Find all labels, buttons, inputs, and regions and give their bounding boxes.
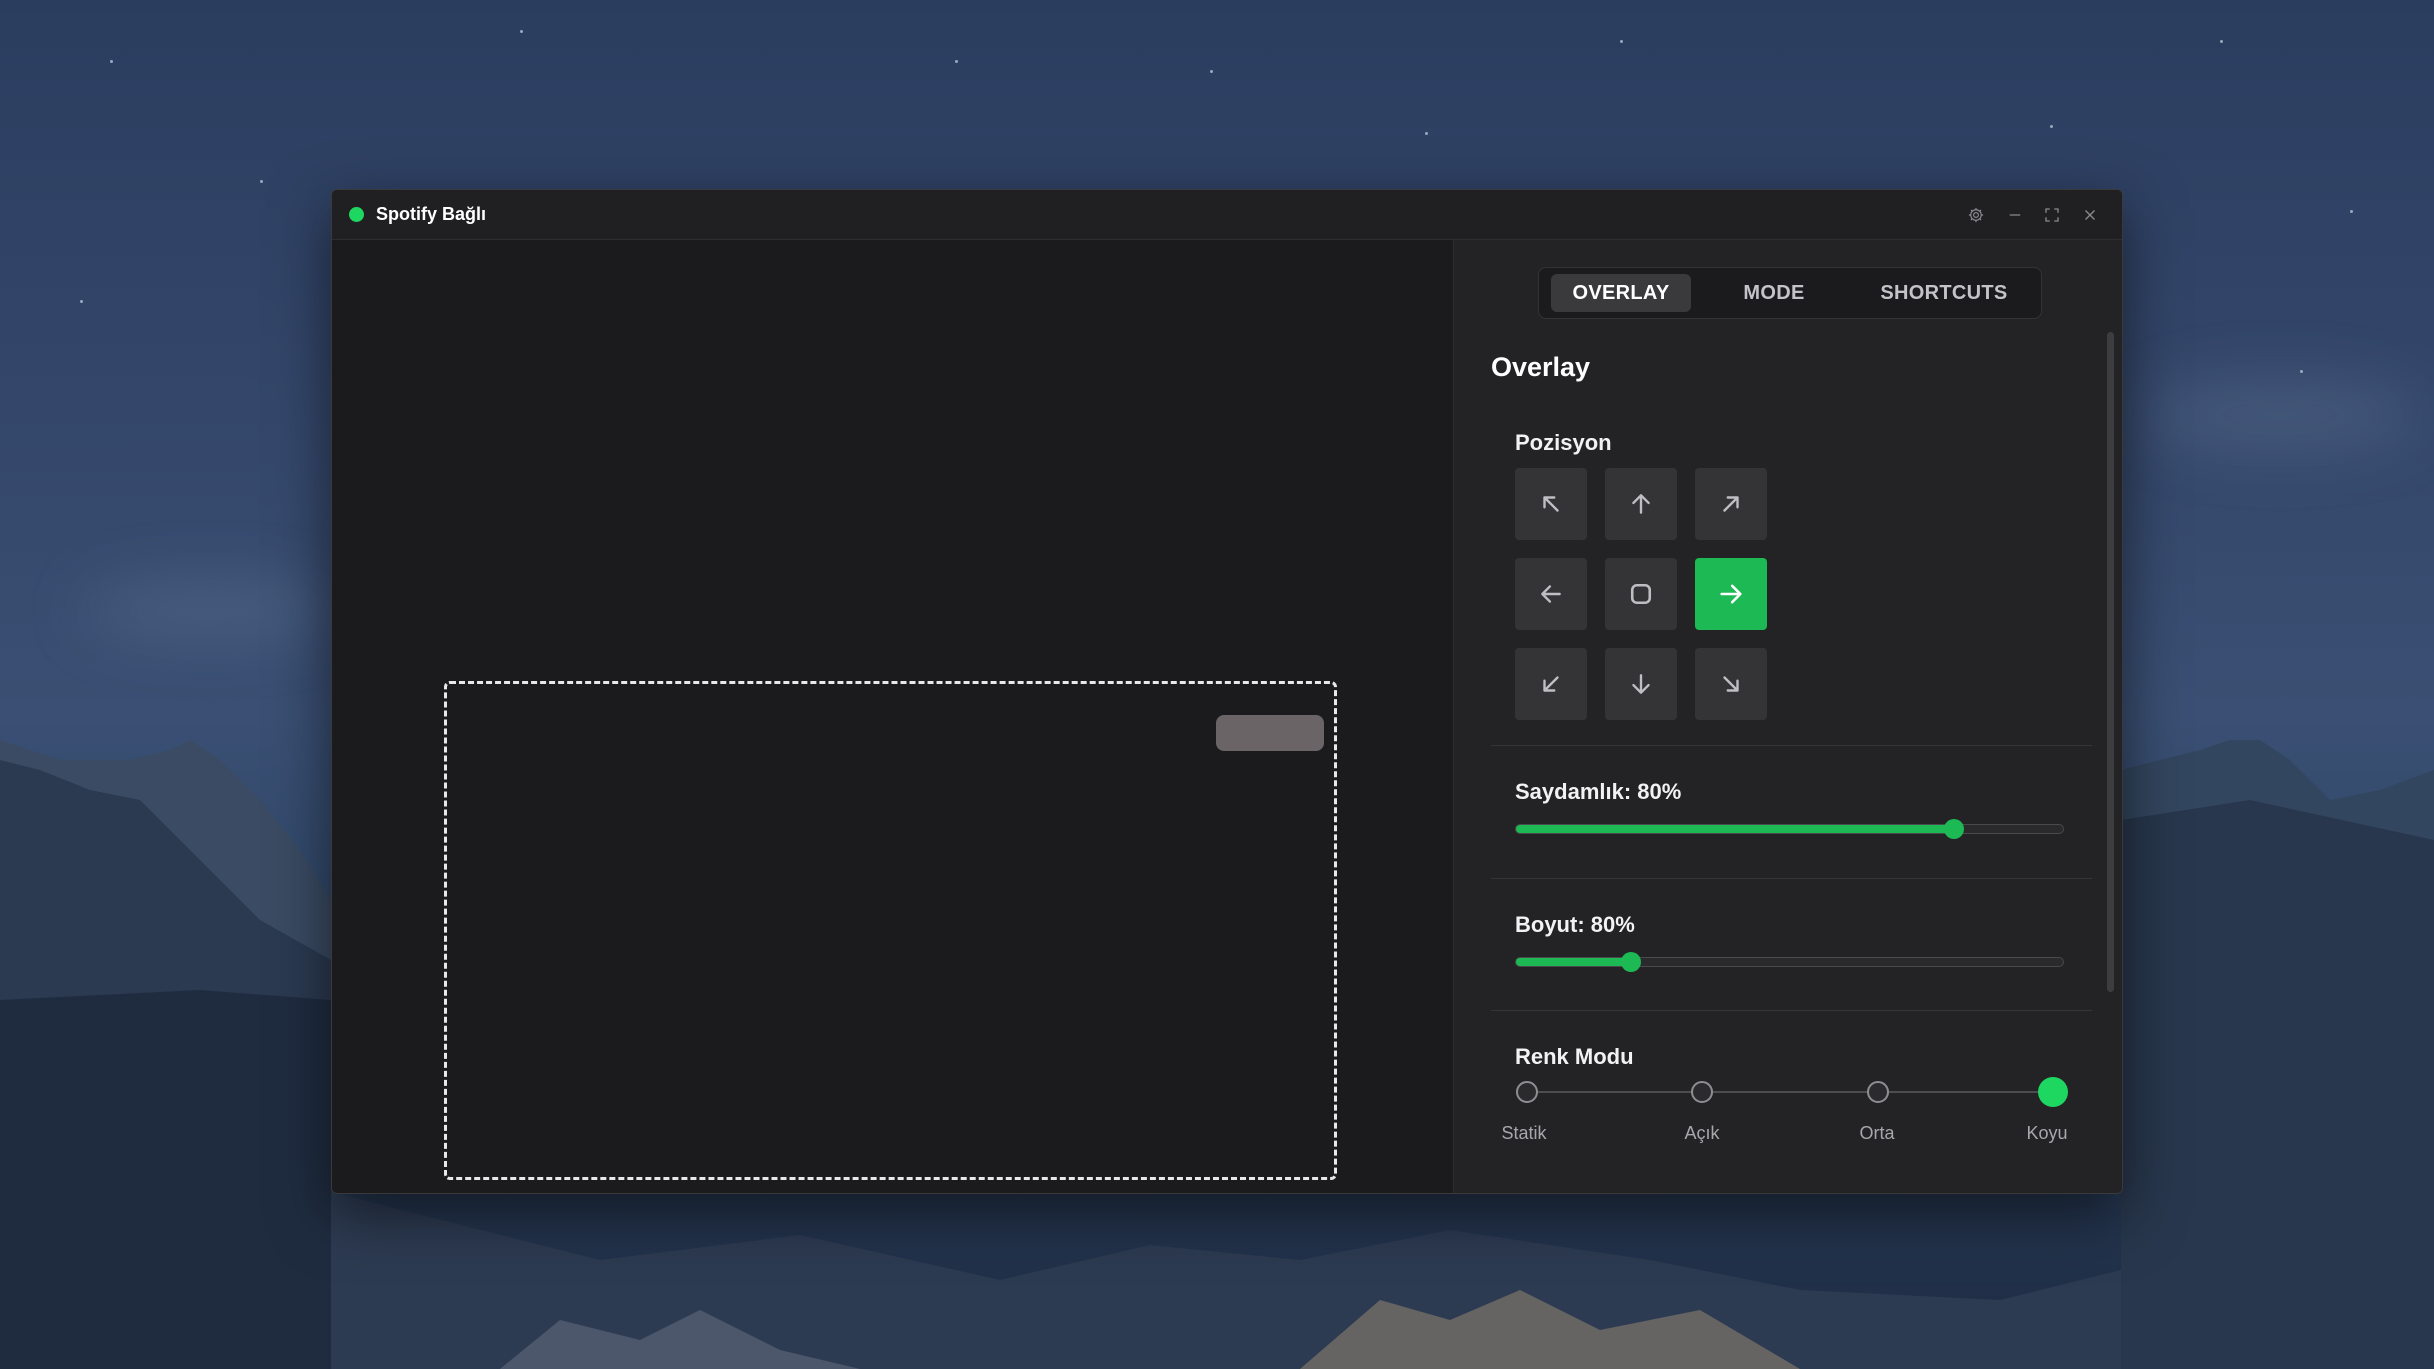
size-label: Boyut: 80% [1515, 912, 1635, 937]
window-title: Spotify Bağlı [376, 204, 487, 224]
position-top-right-button[interactable] [1695, 468, 1767, 540]
position-right-button[interactable] [1695, 558, 1767, 630]
color-mode-option-statik[interactable] [1516, 1081, 1538, 1103]
maximize-icon [2045, 208, 2059, 222]
section-divider [1491, 1010, 2092, 1011]
tab-shortcuts[interactable]: SHORTCUTS [1859, 274, 2029, 312]
arrow-down-icon [1632, 674, 1650, 694]
position-center-button[interactable] [1605, 558, 1677, 630]
screen-preview-frame [444, 681, 1337, 1180]
size-slider-fill [1516, 958, 1631, 966]
size-slider[interactable] [1515, 952, 2064, 972]
settings-panel: OVERLAY MODE SHORTCUTS Overlay Pozisyon [1453, 240, 2122, 1193]
arrow-up-left-icon [1543, 496, 1559, 512]
color-mode-option-orta[interactable] [1867, 1081, 1889, 1103]
opacity-slider[interactable] [1515, 819, 2064, 839]
position-label: Pozisyon [1515, 430, 1612, 455]
arrow-down-right-icon [1723, 676, 1739, 692]
close-button[interactable] [2077, 202, 2103, 228]
color-mode-label-statik: Statik [1501, 1123, 1547, 1143]
position-left-button[interactable] [1515, 558, 1587, 630]
color-mode-label-koyu: Koyu [2026, 1123, 2068, 1143]
position-bottom-left-button[interactable] [1515, 648, 1587, 720]
minimize-icon [2009, 214, 2021, 216]
position-top-button[interactable] [1605, 468, 1677, 540]
tab-bar: OVERLAY MODE SHORTCUTS [1538, 267, 2042, 319]
size-slider-thumb[interactable] [1620, 952, 1641, 972]
section-divider [1491, 745, 2092, 746]
position-top-left-button[interactable] [1515, 468, 1587, 540]
color-mode-label: Renk Modu [1515, 1044, 1634, 1069]
connection-status-dot [349, 207, 364, 222]
panel-scrollbar[interactable] [2107, 332, 2114, 992]
color-mode-option-acik[interactable] [1691, 1081, 1713, 1103]
title-bar[interactable]: Spotify Bağlı [332, 190, 2122, 240]
maximize-button[interactable] [2039, 202, 2065, 228]
settings-button[interactable] [1963, 202, 1989, 228]
arrow-down-left-icon [1543, 676, 1559, 692]
section-divider [1491, 878, 2092, 879]
opacity-label: Saydamlık: 80% [1515, 779, 1682, 804]
color-mode-option-koyu[interactable] [2038, 1077, 2068, 1107]
arrow-up-icon [1632, 494, 1650, 514]
app-window: Spotify Bağlı OVERLAY MODE SHORTCUTS Ove… [331, 189, 2123, 1194]
opacity-slider-thumb[interactable] [1943, 819, 1964, 839]
overlay-preview-widget[interactable] [1216, 715, 1324, 751]
color-mode-track [1526, 1091, 2056, 1093]
close-icon [2085, 210, 2095, 220]
opacity-slider-fill [1516, 825, 1954, 833]
position-bottom-right-button[interactable] [1695, 648, 1767, 720]
color-mode-label-acik: Açık [1684, 1123, 1720, 1143]
minimize-button[interactable] [2002, 202, 2028, 228]
section-title: Overlay [1491, 352, 1591, 382]
tab-mode[interactable]: MODE [1709, 274, 1839, 312]
tab-overlay[interactable]: OVERLAY [1551, 274, 1691, 312]
arrow-up-right-icon [1723, 496, 1739, 512]
color-mode-label-orta: Orta [1859, 1123, 1895, 1143]
arrow-right-icon [1720, 584, 1742, 604]
square-center-icon [1630, 583, 1652, 605]
gear-icon [1968, 207, 1984, 223]
arrow-left-icon [1541, 585, 1561, 603]
position-bottom-button[interactable] [1605, 648, 1677, 720]
